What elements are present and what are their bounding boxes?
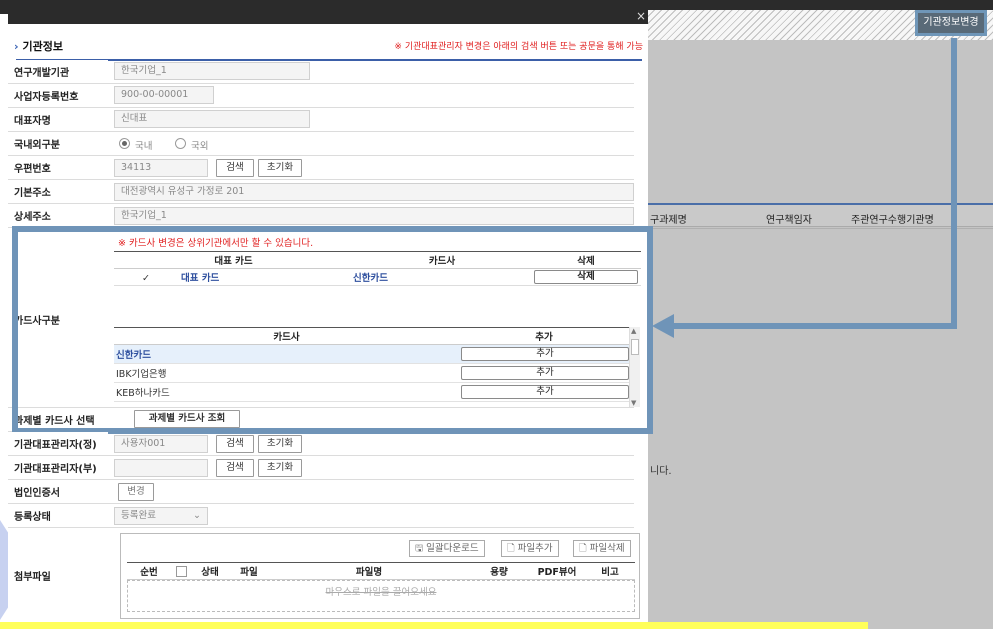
radio-foreign[interactable]	[175, 138, 186, 149]
modal-title-bar: ×	[8, 9, 648, 24]
close-icon[interactable]: ×	[636, 9, 646, 23]
zip-reset-button[interactable]: 초기화	[258, 159, 302, 177]
col-filename: 파일명	[269, 562, 469, 580]
section-title: › 기관정보	[14, 38, 63, 54]
file-drop-zone[interactable]: 마우스로 파일을 끌어오세요	[127, 580, 635, 612]
ceo-name-field: 신대표	[114, 110, 310, 128]
label-status: 등록상태	[8, 504, 108, 527]
label-addr: 기본주소	[8, 180, 108, 203]
delete-file-button[interactable]: 🗋 파일삭제	[573, 540, 631, 557]
card-section-highlight	[12, 226, 653, 434]
bg-col-task-name: 구과제명	[650, 215, 687, 226]
label-zip: 우편번호	[8, 156, 108, 179]
label-org: 연구개발기관	[8, 60, 108, 83]
admin-sub-search-button[interactable]: 검색	[216, 459, 254, 477]
delete-file-icon: 🗋	[579, 543, 587, 554]
row-domestic: 국내외구분 국내 국외	[8, 132, 634, 156]
background-divider	[648, 228, 993, 229]
label-biz: 사업자등록번호	[8, 84, 108, 107]
background-note: 니다.	[650, 466, 672, 477]
admin-sub-reset-button[interactable]: 초기화	[258, 459, 302, 477]
section-title-text: 기관정보	[22, 40, 64, 53]
row-zip: 우편번호 34113 검색 초기화	[8, 156, 634, 180]
row-admin-sub: 기관대표관리자(부) 검색 초기화	[8, 456, 634, 480]
admin-main-field: 사용자001	[114, 435, 208, 453]
change-org-info-button[interactable]: 기관정보변경	[915, 10, 987, 36]
bg-col-researcher: 연구책임자	[766, 215, 812, 226]
admin-main-reset-button[interactable]: 초기화	[258, 435, 302, 453]
detail-address-field: 한국기업_1	[114, 207, 634, 225]
zip-search-button[interactable]: 검색	[216, 159, 254, 177]
add-file-button[interactable]: 🗋 파일추가	[501, 540, 559, 557]
row-addr: 기본주소 대전광역시 유성구 가정로 201	[8, 180, 634, 204]
file-attachment-box: 🖫 일괄다운로드 🗋 파일추가 🗋 파일삭제 순번 상태 파일 파일명 용량 P…	[120, 533, 640, 619]
section-notice: ※ 기관대표관리자 변경은 아래의 검색 버튼 또는 공문을 통해 가능	[394, 42, 643, 52]
add-file-icon: 🗋	[507, 543, 515, 554]
select-all-checkbox[interactable]	[175, 565, 187, 577]
download-all-button[interactable]: 🖫 일괄다운로드	[409, 540, 485, 557]
zip-code-field: 34113	[114, 159, 208, 177]
status-select[interactable]: 등록완료 ⌄	[114, 507, 208, 525]
col-pdf-viewer: PDF뷰어	[529, 562, 585, 580]
col-seq: 순번	[127, 562, 171, 580]
row-cert: 법인인증서 변경	[8, 480, 634, 504]
admin-main-search-button[interactable]: 검색	[216, 435, 254, 453]
add-file-label: 파일추가	[517, 543, 553, 554]
admin-sub-field	[114, 459, 208, 477]
chevron-right-icon: ›	[14, 40, 19, 53]
radio-foreign-label: 국외	[191, 141, 209, 152]
col-select	[171, 562, 191, 580]
cert-change-button[interactable]: 변경	[118, 483, 154, 501]
highlight-strip	[0, 622, 868, 629]
label-admin-sub: 기관대표관리자(부)	[8, 456, 108, 479]
file-table: 순번 상태 파일 파일명 용량 PDF뷰어 비고	[127, 562, 635, 580]
label-files: 첨부파일	[8, 528, 108, 622]
status-select-value: 등록완료	[121, 510, 156, 521]
col-size: 용량	[469, 562, 529, 580]
download-icon: 🖫	[415, 543, 424, 554]
chevron-down-icon: ⌄	[193, 510, 201, 521]
label-cert: 법인인증서	[8, 480, 108, 503]
download-all-label: 일괄다운로드	[426, 543, 479, 554]
row-ceo: 대표자명 신대표	[8, 108, 634, 132]
radio-domestic-label: 국내	[135, 141, 153, 152]
row-biz: 사업자등록번호 900-00-00001	[8, 84, 634, 108]
address-field: 대전광역시 유성구 가정로 201	[114, 183, 634, 201]
col-file: 파일	[229, 562, 269, 580]
row-status: 등록상태 등록완료 ⌄	[8, 504, 634, 528]
row-admin-main: 기관대표관리자(정) 사용자001 검색 초기화	[8, 432, 634, 456]
bg-col-org: 주관연구수행기관명	[851, 215, 934, 226]
col-state: 상태	[191, 562, 229, 580]
row-org: 연구개발기관 한국기업_1	[8, 60, 634, 84]
org-name-field: 한국기업_1	[114, 62, 310, 80]
label-ceo: 대표자명	[8, 108, 108, 131]
radio-domestic[interactable]	[119, 138, 130, 149]
background-content	[648, 40, 993, 629]
row-detail: 상세주소 한국기업_1	[8, 204, 634, 228]
label-admin-main: 기관대표관리자(정)	[8, 432, 108, 455]
delete-file-label: 파일삭제	[589, 543, 625, 554]
label-detail: 상세주소	[8, 204, 108, 227]
background-table-header: 구과제명 연구책임자 주관연구수행기관명	[648, 203, 993, 227]
label-domestic: 국내외구분	[8, 132, 108, 155]
biz-number-field: 900-00-00001	[114, 86, 214, 104]
col-note: 비고	[585, 562, 635, 580]
